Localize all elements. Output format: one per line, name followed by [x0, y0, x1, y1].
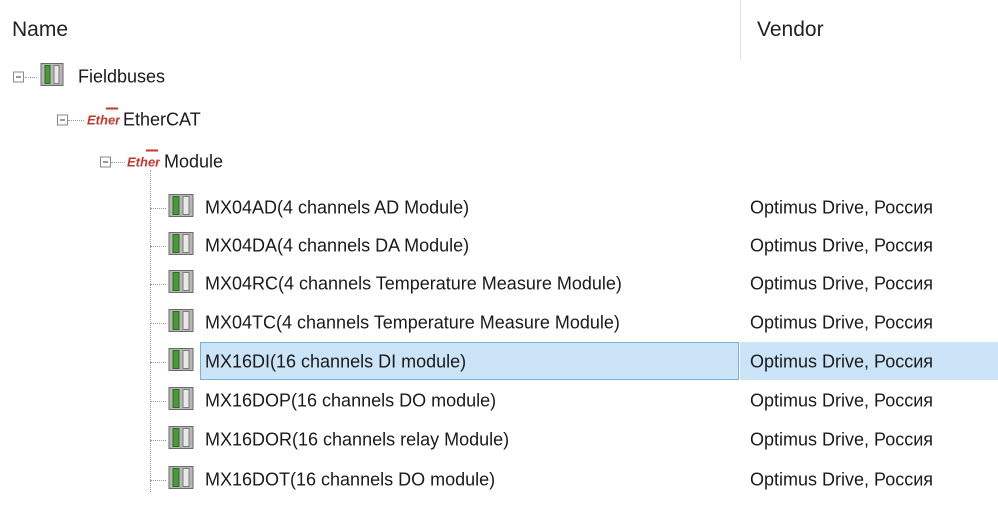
- tree-item-label: MX04RC(4 channels Temperature Measure Mo…: [205, 273, 622, 294]
- tree-node-label: Fieldbuses: [78, 66, 166, 87]
- vendor-cell: Optimus Drive, Россия: [750, 235, 934, 256]
- collapse-icon[interactable]: [57, 114, 68, 126]
- tree-item-mx04tc[interactable]: MX04TC(4 channels Temperature Measure Mo…: [0, 301, 998, 345]
- vendor-cell: Optimus Drive, Россия: [750, 273, 934, 294]
- tree-item-label: MX16DOR(16 channels relay Module): [205, 429, 510, 450]
- device-module-icon: [40, 63, 64, 92]
- tree-connector: [111, 162, 125, 163]
- vendor-cell: Optimus Drive, Россия: [750, 351, 934, 372]
- device-module-icon: [168, 466, 194, 495]
- tree-connector: [68, 120, 84, 121]
- tree-item-mx16dot[interactable]: MX16DOT(16 channels DO module) Optimus D…: [0, 458, 998, 502]
- tree-connector: [150, 362, 166, 363]
- tree-connector: [150, 480, 166, 481]
- tree-item-label: MX04TC(4 channels Temperature Measure Mo…: [205, 312, 620, 333]
- vendor-cell: Optimus Drive, Россия: [750, 469, 934, 490]
- tree-item-label: MX04DA(4 channels DA Module): [205, 235, 470, 256]
- device-module-icon: [168, 426, 194, 455]
- svg-text:Ether: Ether: [127, 155, 160, 170]
- vendor-cell: Optimus Drive, Россия: [750, 197, 934, 218]
- svg-text:Ether: Ether: [87, 113, 120, 128]
- device-module-icon: [168, 309, 194, 338]
- device-tree: Fieldbuses Ether EtherCAT Ether Module M…: [0, 0, 998, 508]
- tree-item-mx16dop[interactable]: MX16DOP(16 channels DO module) Optimus D…: [0, 379, 998, 423]
- vendor-cell: Optimus Drive, Россия: [750, 429, 934, 450]
- tree-node-fieldbuses[interactable]: Fieldbuses: [0, 55, 998, 99]
- device-module-icon: [168, 194, 194, 223]
- tree-item-mx16dor[interactable]: MX16DOR(16 channels relay Module) Optimu…: [0, 418, 998, 462]
- tree-connector: [25, 77, 37, 78]
- tree-connector: [150, 246, 166, 247]
- tree-connector: [150, 401, 166, 402]
- tree-item-mx04rc[interactable]: MX04RC(4 channels Temperature Measure Mo…: [0, 262, 998, 306]
- ethercat-icon: Ether: [86, 107, 121, 134]
- ethercat-icon: Ether: [126, 149, 161, 176]
- tree-node-label: EtherCAT: [123, 109, 201, 130]
- collapse-icon[interactable]: [13, 71, 24, 83]
- vendor-cell: Optimus Drive, Россия: [750, 312, 934, 333]
- device-module-icon: [168, 348, 194, 377]
- vendor-cell: Optimus Drive, Россия: [750, 390, 934, 411]
- tree-item-label: MX04AD(4 channels AD Module): [205, 197, 470, 218]
- collapse-icon[interactable]: [100, 156, 111, 168]
- tree-item-mx16di[interactable]: MX16DI(16 channels DI module) Optimus Dr…: [0, 340, 998, 384]
- tree-item-label: MX16DI(16 channels DI module): [205, 351, 467, 372]
- tree-item-label: MX16DOP(16 channels DO module): [205, 390, 497, 411]
- tree-connector: [150, 323, 166, 324]
- tree-item-label: MX16DOT(16 channels DO module): [205, 469, 496, 490]
- device-module-icon: [168, 387, 194, 416]
- tree-connector: [150, 440, 166, 441]
- tree-node-ethercat[interactable]: Ether EtherCAT: [0, 98, 998, 142]
- tree-connector: [150, 284, 166, 285]
- tree-connector: [150, 208, 166, 209]
- device-module-icon: [168, 270, 194, 299]
- tree-node-label: Module: [164, 151, 224, 172]
- device-module-icon: [168, 232, 194, 261]
- tree-node-module[interactable]: Ether Module: [0, 140, 998, 184]
